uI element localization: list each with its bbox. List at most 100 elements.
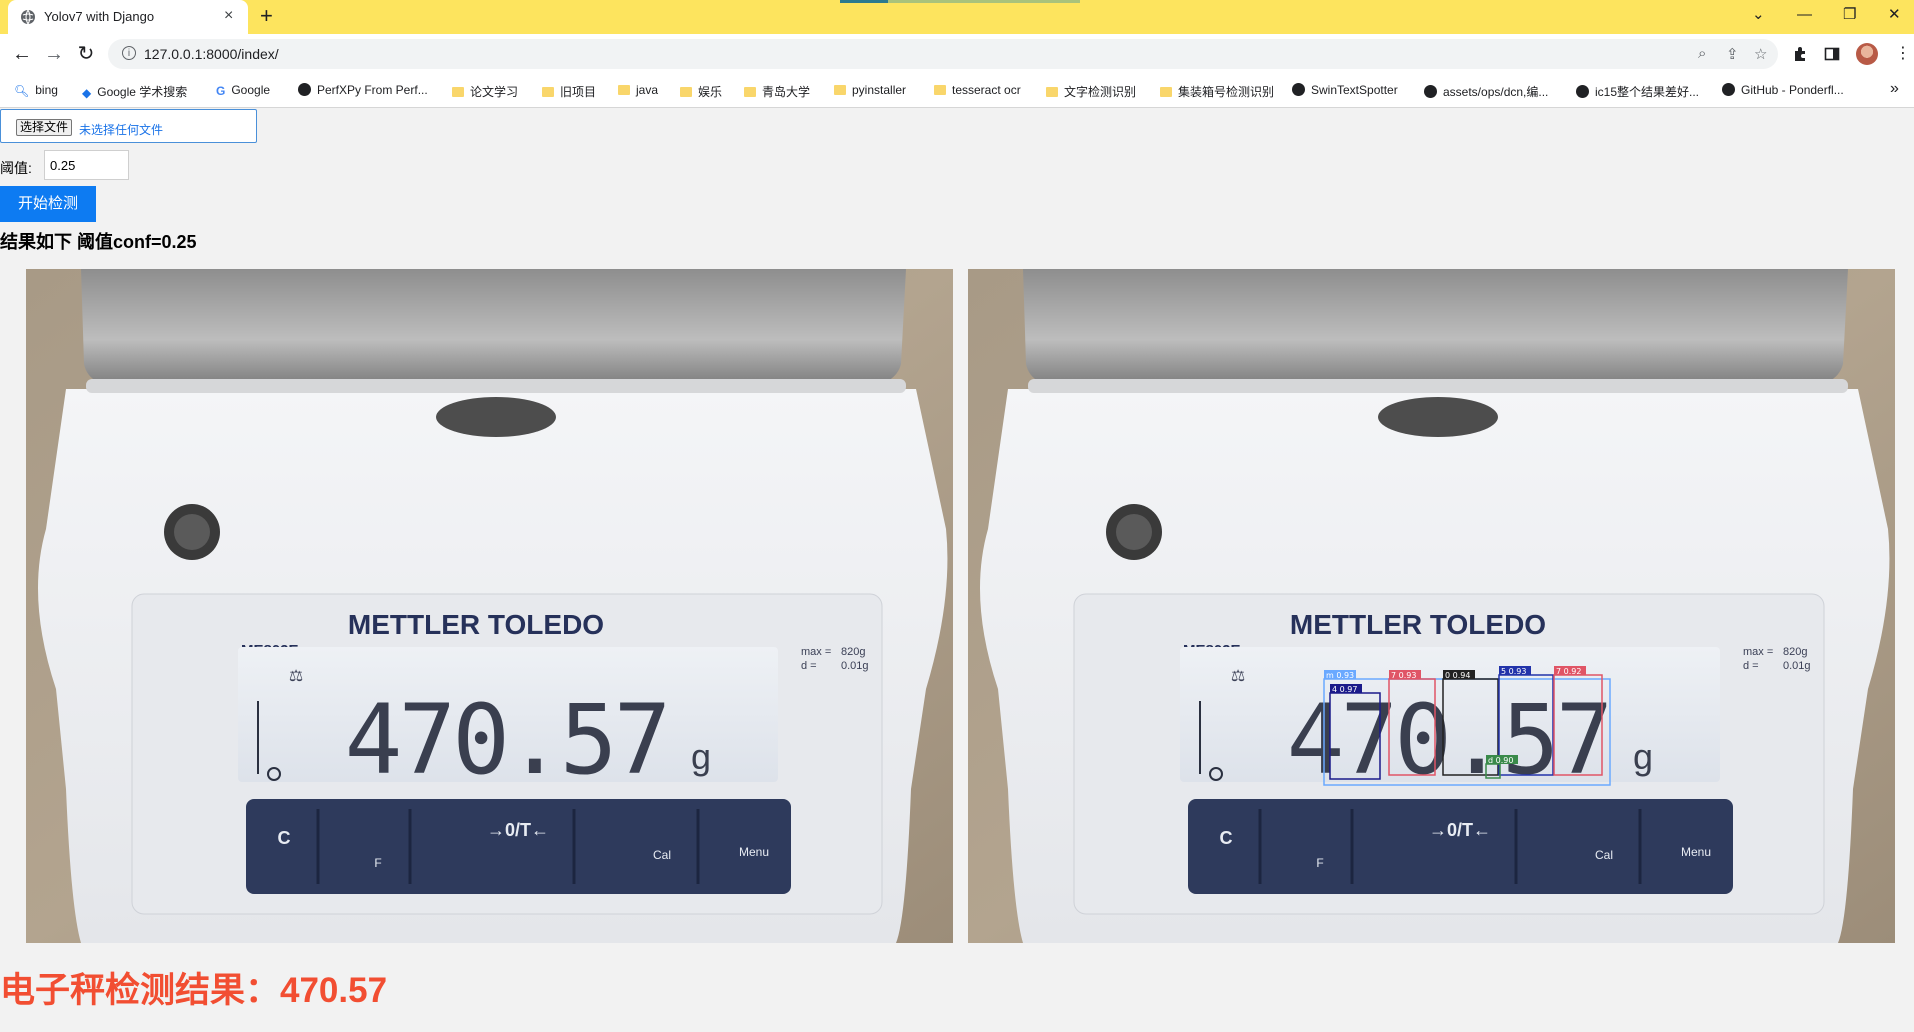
bookmark-folder-entertainment[interactable]: 娱乐 [680,83,722,100]
extensions-puzzle-icon[interactable] [1792,46,1808,62]
site-info-icon[interactable]: i [122,46,136,60]
menu-dots-icon[interactable]: ⋮ [1895,44,1911,64]
bookmark-google[interactable]: G Google [216,83,270,98]
bookmark-perfxpy[interactable]: PerfXPy From Perf... [298,83,428,97]
det-label-4: 5 0.93 [1501,667,1526,676]
original-image: METTLER TOLEDO ME802E max = 820g d = 0.0… [26,269,953,943]
key-menu: Menu [1681,845,1711,859]
balance-symbol: ⚖ [1231,666,1245,685]
bookmark-folder-java[interactable]: java [618,83,658,97]
balance-symbol: ⚖ [289,666,303,685]
file-input[interactable]: 选择文件 未选择任何文件 [0,109,257,143]
github-icon [1424,85,1437,98]
bookmark-folder-old-projects[interactable]: 旧项目 [542,83,596,100]
more-bookmarks-icon[interactable]: » [1890,80,1899,98]
bookmark-folder-text-detection[interactable]: 文字检测识别 [1046,83,1136,100]
bookmark-assets-ops-dcn[interactable]: assets/ops/dcn,编... [1424,83,1548,100]
det-label-2: 7 0.93 [1391,671,1416,680]
github-icon [1576,85,1589,98]
bookmark-folder-pyinstaller[interactable]: pyinstaller [834,83,906,97]
bookmark-label: 集装箱号检测识别 [1178,85,1275,99]
bookmark-folder-papers[interactable]: 论文学习 [452,83,518,100]
folder-icon [744,87,756,97]
zoom-icon[interactable]: ⌕ [1698,45,1706,62]
max-value: 820g [841,646,865,658]
bookmark-folder-tesseract[interactable]: tesseract ocr [934,83,1021,97]
profile-avatar[interactable] [1856,43,1878,65]
key-tare: →0/T← [1429,820,1491,840]
bookmark-label: Google 学术搜索 [97,85,188,99]
det-label-5: 7 0.92 [1556,667,1581,676]
choose-file-button[interactable]: 选择文件 [16,119,73,136]
bookmark-label: pyinstaller [852,83,907,97]
bookmark-label: 娱乐 [698,85,723,99]
bookmark-ic15[interactable]: ic15整个结果差好... [1576,83,1699,100]
back-arrow-icon[interactable]: ← [10,42,34,66]
scale-photo-original: METTLER TOLEDO ME802E max = 820g d = 0.0… [26,269,953,943]
detection-image: METTLER TOLEDO ME802E max = 820g d = 0.0… [968,269,1895,943]
brand-text: METTLER TOLEDO [348,609,604,640]
folder-icon [542,87,554,97]
scholar-cap-icon: ◆ [82,86,92,100]
github-icon [1292,83,1305,96]
key-f: F [374,856,381,870]
bookmark-label: tesseract ocr [952,83,1021,97]
new-tab-button[interactable]: + [260,5,273,27]
bookmarks-bar: 🔍︎ bing ◆ Google 学术搜索 G Google PerfXPy From… [0,74,1914,108]
address-bar[interactable]: i 127.0.0.1:8000/index/ ⌕ ⇪ ☆ [108,39,1778,69]
folder-icon [680,87,692,97]
folder-icon [834,85,846,95]
key-menu: Menu [739,845,769,859]
max-label: max = [1743,646,1773,658]
bookmark-label: SwinTextSpotter [1311,83,1398,97]
key-cal: Cal [1595,848,1613,862]
share-icon[interactable]: ⇪ [1726,45,1739,63]
bookmark-label: bing [35,83,58,97]
folder-icon [1160,87,1172,97]
key-tare: →0/T← [487,820,549,840]
forward-arrow-icon[interactable]: → [42,42,66,66]
tab-close-icon[interactable]: × [224,8,233,24]
tab-strip-accent-2 [840,0,888,3]
start-detection-button[interactable]: 开始检测 [0,186,96,222]
folder-icon [452,87,464,97]
key-f: F [1316,856,1323,870]
globe-icon [21,9,35,25]
lcd-unit: g [691,736,711,777]
search-icon: 🔍︎ [14,84,30,98]
d-value: 0.01g [1783,660,1811,672]
tab-search-icon[interactable]: ⌄ [1752,6,1765,24]
bookmark-label: java [636,83,659,97]
bookmark-label: GitHub - Ponderfl... [1741,83,1844,97]
tab-title: Yolov7 with Django [44,9,155,24]
bookmark-star-icon[interactable]: ☆ [1754,45,1767,63]
lcd-reading: 470.57 [345,684,668,796]
folder-icon [934,85,946,95]
bookmark-github-ponderfl[interactable]: GitHub - Ponderfl... [1722,83,1844,97]
key-c: C [278,828,291,848]
bookmark-folder-qdu[interactable]: 青岛大学 [744,83,810,100]
restore-button[interactable]: ❐ [1843,6,1856,24]
minimize-button[interactable]: — [1797,6,1812,24]
bookmark-bing[interactable]: 🔍︎ bing [14,83,58,98]
max-label: max = [801,646,831,658]
max-value: 820g [1783,646,1807,658]
bookmark-label: 青岛大学 [762,85,811,99]
bookmark-swintextspotter[interactable]: SwinTextSpotter [1292,83,1398,97]
browser-toolbar: ← → ↻ i 127.0.0.1:8000/index/ ⌕ ⇪ ☆ ⋮ [0,34,1914,74]
threshold-input[interactable] [44,150,129,180]
url-text: 127.0.0.1:8000/index/ [144,46,279,62]
bookmark-label: 旧项目 [560,85,597,99]
bookmark-google-scholar[interactable]: ◆ Google 学术搜索 [82,83,187,100]
tab-strip: Yolov7 with Django × + ⌄ — ❐ ✕ [0,0,1914,34]
browser-tab[interactable]: Yolov7 with Django × [8,0,248,34]
bookmark-label: assets/ops/dcn,编... [1443,85,1549,99]
bookmark-label: Google [231,83,271,97]
d-label: d = [1743,660,1759,672]
brand-text: METTLER TOLEDO [1290,609,1546,640]
bookmark-folder-container[interactable]: 集装箱号检测识别 [1160,83,1274,100]
reload-icon[interactable]: ↻ [74,42,98,66]
file-status-text: 未选择任何文件 [79,123,164,137]
close-window-button[interactable]: ✕ [1888,6,1901,24]
side-panel-icon[interactable] [1824,46,1840,62]
